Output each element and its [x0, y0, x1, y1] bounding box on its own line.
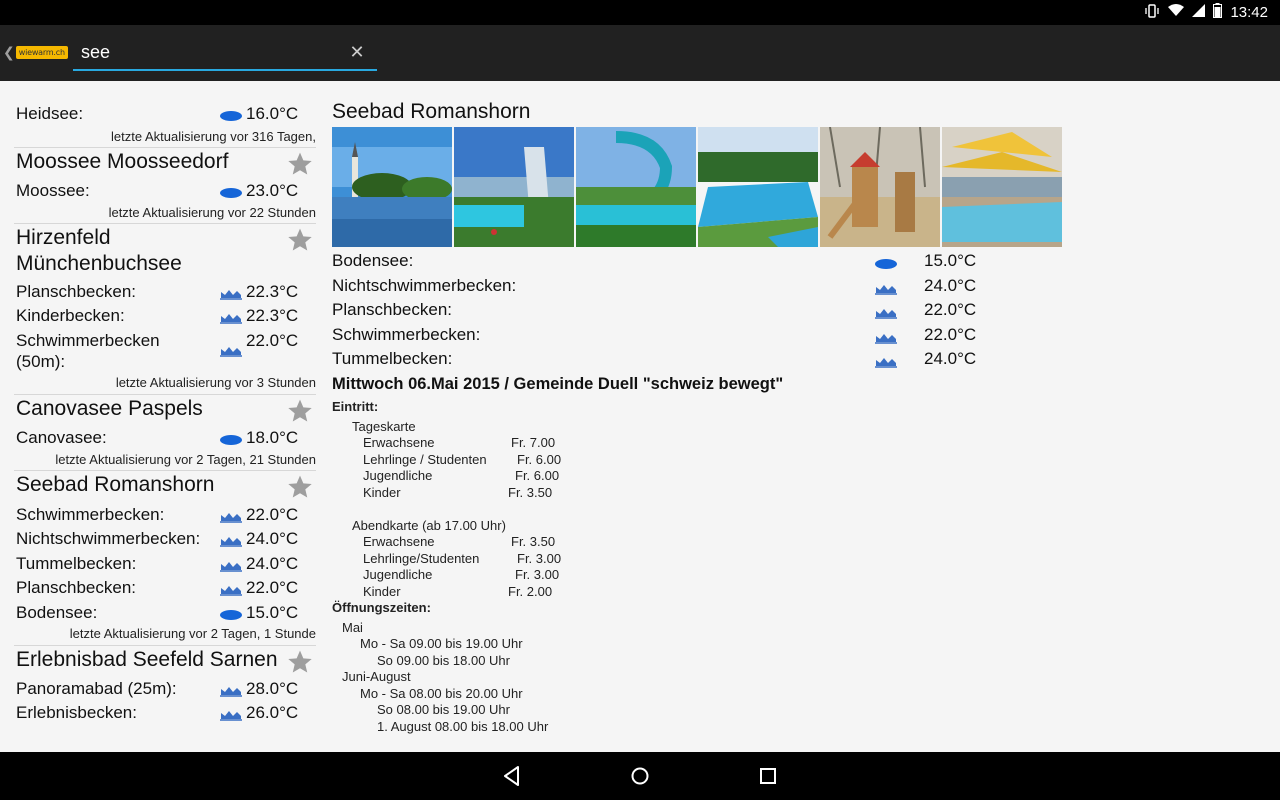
lake-icon: [219, 606, 243, 626]
detail-title: Seebad Romanshorn: [332, 100, 531, 123]
pool-icon: [219, 581, 243, 601]
pool-icon: [874, 304, 898, 324]
divider: [14, 470, 316, 471]
photo-thumbnail[interactable]: [332, 127, 452, 247]
clock: 13:42: [1230, 3, 1268, 21]
navigation-bar: [0, 752, 1280, 800]
photo-thumbnail[interactable]: [942, 127, 1062, 247]
wifi-icon: [1168, 4, 1185, 20]
section-heading: Eintritt:: [332, 399, 379, 414]
price-row: Kinder Fr. 3.50: [363, 484, 553, 500]
star-icon[interactable]: [287, 151, 313, 177]
bath-title[interactable]: Moossee Moosseedorf: [16, 149, 228, 175]
star-icon[interactable]: [287, 227, 313, 253]
temperature-row: Schwimmerbecken: 22.0°C: [332, 325, 1032, 350]
results-list[interactable]: Heidsee: 16.0°C letzte Aktualisierung vo…: [0, 81, 330, 736]
recents-icon[interactable]: [756, 764, 780, 788]
event-heading: Mittwoch 06.Mai 2015 / Gemeinde Duell "s…: [332, 375, 784, 393]
price-row: Lehrlinge / Studenten Fr. 6.00: [363, 451, 562, 467]
divider: [14, 223, 316, 224]
update-text: letzte Aktualisierung vor 2 Tagen, 21 St…: [55, 452, 316, 467]
ticket-type: Tageskarte: [352, 418, 416, 434]
chevron-left-icon: ❮: [3, 44, 15, 60]
temperature-row: Planschbecken: 22.0°C: [332, 300, 1032, 325]
pool-icon: [219, 557, 243, 577]
price-row: Erwachsene Fr. 7.00: [363, 435, 556, 450]
update-text: letzte Aktualisierung vor 2 Tagen, 1 Stu…: [69, 626, 316, 641]
star-icon[interactable]: [287, 474, 313, 500]
info-text: Eintritt: Tageskarte Erwachsene Fr. 7.00 …: [332, 399, 562, 735]
photo-thumbnail[interactable]: [820, 127, 940, 247]
star-icon[interactable]: [287, 649, 313, 675]
lake-icon: [219, 184, 243, 204]
temperature-row: Nichtschwimmerbecken: 24.0°C: [332, 276, 1032, 301]
divider: [14, 394, 316, 395]
search-input[interactable]: [73, 39, 377, 71]
hours-row: 1. August 08.00 bis 18.00 Uhr: [377, 718, 549, 734]
vibrate-icon: [1144, 3, 1160, 21]
hours-row: Mo - Sa 09.00 bis 19.00 Uhr: [360, 636, 523, 651]
status-bar: 13:42: [0, 0, 1280, 25]
pool-icon: [874, 353, 898, 373]
close-icon[interactable]: ✕: [346, 41, 368, 63]
battery-icon: [1213, 3, 1223, 21]
bath-title[interactable]: Erlebnisbad Seefeld Sarnen: [16, 647, 278, 673]
up-button[interactable]: ❮ wiewarm.ch: [3, 44, 68, 61]
detail-pane[interactable]: Seebad Romanshorn Bodensee: 15.0°C Nicht…: [332, 81, 1280, 752]
lake-icon: [874, 255, 898, 275]
update-text: letzte Aktualisierung vor 3 Stunden: [115, 375, 316, 390]
bath-title[interactable]: Seebad Romanshorn: [16, 472, 214, 498]
lake-icon: [219, 431, 243, 451]
pool-icon: [219, 532, 243, 552]
temperature-table: Bodensee: 15.0°C Nichtschwimmerbecken: 2…: [332, 251, 1032, 374]
bath-title[interactable]: Canovasee Paspels: [16, 396, 203, 422]
photo-thumbnail[interactable]: [698, 127, 818, 247]
photo-thumbnail[interactable]: [454, 127, 574, 247]
temperature-row: Bodensee: 15.0°C: [332, 251, 1032, 276]
bath-title[interactable]: Hirzenfeld: [16, 225, 111, 251]
star-icon[interactable]: [287, 398, 313, 424]
update-text: letzte Aktualisierung vor 316 Tagen,: [110, 129, 316, 144]
price-row: Lehrlinge/Studenten Fr. 3.00: [363, 550, 562, 566]
lake-icon: [219, 107, 243, 127]
divider: [14, 147, 316, 148]
price-row: Erwachsene Fr. 3.50: [363, 534, 556, 549]
app-logo: wiewarm.ch: [15, 46, 68, 59]
pool-icon: [874, 329, 898, 349]
hours-row: So 09.00 bis 18.00 Uhr: [377, 652, 510, 668]
update-text: letzte Aktualisierung vor 22 Stunden: [108, 205, 316, 220]
pool-icon: [219, 285, 243, 305]
hours-row: So 08.00 bis 19.00 Uhr: [377, 702, 510, 717]
section-heading: Öffnungszeiten:: [332, 600, 431, 615]
pool-icon: [219, 309, 243, 329]
photo-thumbnail[interactable]: [576, 127, 696, 247]
hours-row: Mo - Sa 08.00 bis 20.00 Uhr: [360, 685, 523, 701]
back-icon[interactable]: [500, 764, 524, 788]
price-row: Jugendliche Fr. 3.00: [363, 567, 560, 582]
divider: [14, 645, 316, 646]
pool-icon: [219, 682, 243, 702]
action-bar: ❮ wiewarm.ch ✕: [0, 25, 1280, 81]
ticket-type: Abendkarte (ab 17.00 Uhr): [352, 517, 506, 533]
season-label: Mai: [342, 619, 363, 635]
season-label: Juni-August: [342, 669, 411, 684]
price-row: Jugendliche Fr. 6.00: [363, 468, 560, 483]
price-row: Kinder Fr. 2.00: [363, 583, 553, 599]
temperature-row: Tummelbecken: 24.0°C: [332, 349, 1032, 374]
list-item[interactable]: Schwimmerbecken (50m): 22.0°C: [16, 331, 316, 373]
pool-icon: [219, 342, 243, 362]
photo-gallery: [332, 127, 1062, 247]
signal-icon: [1192, 4, 1206, 20]
pool-icon: [219, 508, 243, 528]
home-icon[interactable]: [628, 764, 652, 788]
pool-icon: [874, 280, 898, 300]
bath-title-line2[interactable]: Münchenbuchsee: [16, 251, 182, 277]
pool-icon: [219, 706, 243, 726]
